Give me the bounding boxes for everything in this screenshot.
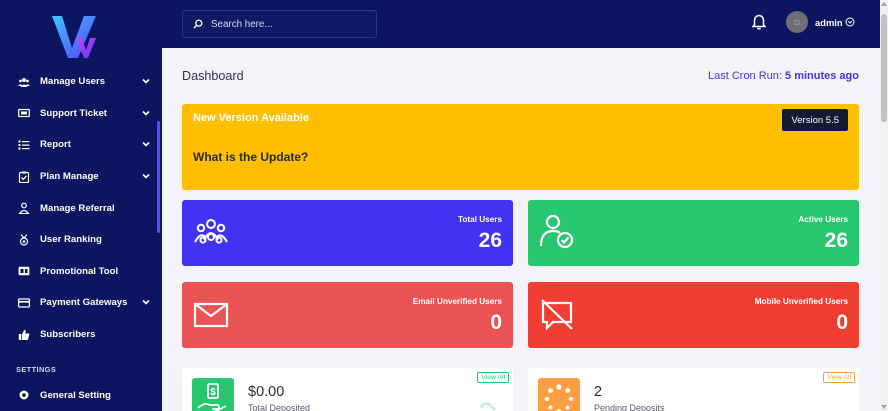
sidebar-item-manage-users[interactable]: Manage Users — [0, 66, 162, 98]
search-icon — [193, 19, 203, 29]
page-scrollbar-thumb[interactable] — [881, 14, 887, 122]
card-amount: 2 — [594, 384, 603, 400]
version-badge: Version 5.5 — [782, 109, 848, 131]
chevron-down-icon — [142, 110, 150, 116]
sidebar-item-label: Promotional Tool — [40, 265, 119, 277]
banner-title: New Version Available — [193, 112, 309, 124]
update-banner: New Version Available What is the Update… — [182, 104, 859, 190]
credit-card-icon — [18, 297, 30, 309]
stat-value: 26 — [478, 229, 502, 252]
stat-label: Active Users — [798, 215, 848, 224]
search-box[interactable] — [182, 10, 377, 38]
scroll-down-arrow-icon[interactable] — [881, 405, 887, 409]
user-check-icon — [539, 214, 574, 249]
stat-value: 0 — [836, 311, 848, 334]
topbar: ◫ admin — [162, 0, 880, 48]
chevron-down-icon — [142, 300, 150, 305]
envelope-icon — [193, 302, 229, 328]
stat-active-users[interactable]: Active Users 26 — [528, 200, 859, 266]
sidebar-nav: Manage Users Support Ticket Report Plan … — [0, 66, 162, 350]
spinner-icon — [544, 384, 574, 411]
sidebar-item-label: Manage Referral — [40, 202, 115, 214]
cron-status: Last Cron Run: 5 minutes ago — [708, 70, 859, 82]
list-icon — [18, 139, 30, 151]
search-input[interactable] — [211, 18, 361, 30]
view-all-button[interactable]: View All — [477, 372, 509, 383]
sidebar-item-report[interactable]: Report — [0, 129, 162, 161]
stat-email-unverified-users[interactable]: Email Unverified Users 0 — [182, 282, 513, 348]
sidebar-item-label: Payment Gateways — [40, 297, 128, 309]
sidebar-item-plan-manage[interactable]: Plan Manage — [0, 161, 162, 193]
thumbs-up-icon — [18, 329, 30, 341]
clipboard-check-icon — [18, 171, 30, 183]
svg-text:$: $ — [210, 387, 216, 398]
card-subtitle: Total Deposited — [248, 403, 311, 411]
stat-value: 26 — [824, 229, 848, 252]
card-pending-deposits: 2 Pending Deposits View All — [528, 368, 859, 411]
avatar-placeholder-icon: ◫ — [794, 19, 800, 26]
scroll-up-arrow-icon[interactable] — [881, 2, 887, 6]
sidebar-item-support-ticket[interactable]: Support Ticket — [0, 98, 162, 130]
bell-icon[interactable] — [752, 14, 766, 30]
sidebar: Manage Users Support Ticket Report Plan … — [0, 0, 162, 411]
page-scrollbar[interactable] — [880, 0, 888, 411]
view-all-button[interactable]: View All — [823, 372, 855, 383]
sidebar-item-subscribers[interactable]: Subscribers — [0, 319, 162, 351]
users-icon — [18, 76, 30, 88]
sidebar-item-label: Manage Users — [40, 76, 106, 88]
cron-label: Last Cron Run: — [707, 70, 782, 82]
stat-label: Total Users — [458, 215, 502, 224]
chevron-down-icon — [142, 142, 150, 147]
banner-question: What is the Update? — [193, 150, 309, 164]
card-icon-box: $ — [192, 378, 234, 411]
sidebar-item-manage-referral[interactable]: Manage Referral — [0, 192, 162, 224]
gear-icon — [18, 389, 30, 401]
stat-mobile-unverified-users[interactable]: Mobile Unverified Users 0 — [528, 282, 859, 348]
settings-heading: SETTINGS — [16, 365, 57, 374]
card-amount: $0.00 — [248, 384, 285, 400]
card-total-deposited: $ $0.00 Total Deposited View All — [182, 368, 513, 411]
ticket-icon — [18, 107, 30, 119]
ad-icon — [18, 265, 30, 277]
logo[interactable] — [50, 14, 100, 60]
stat-label: Email Unverified Users — [412, 297, 502, 306]
sidebar-item-label: Support Ticket — [40, 107, 107, 119]
sidebar-scrollbar[interactable] — [157, 121, 160, 233]
stat-label: Mobile Unverified Users — [754, 297, 848, 306]
stat-value: 0 — [490, 311, 502, 334]
sidebar-item-label: General Setting — [40, 389, 111, 401]
card-subtitle: Pending Deposits — [594, 403, 665, 411]
chevron-down-icon — [142, 78, 150, 84]
user-tie-icon — [18, 202, 30, 215]
page-title: Dashboard — [182, 69, 244, 83]
sidebar-item-label: Report — [40, 139, 71, 151]
sidebar-item-label: Plan Manage — [40, 171, 99, 183]
chevron-down-circle-icon[interactable] — [845, 17, 855, 27]
chevron-down-icon — [142, 173, 150, 179]
sidebar-item-user-ranking[interactable]: User Ranking — [0, 224, 162, 256]
avatar[interactable]: ◫ — [786, 11, 808, 33]
money-watermark-icon — [479, 401, 497, 411]
sidebar-item-promotional-tool[interactable]: Promotional Tool — [0, 256, 162, 288]
sidebar-item-label: Subscribers — [40, 329, 96, 341]
users-group-icon — [194, 219, 228, 244]
sidebar-item-general-setting[interactable]: General Setting — [0, 381, 162, 409]
stat-total-users[interactable]: Total Users 26 — [182, 200, 513, 266]
sidebar-item-payment-gateways[interactable]: Payment Gateways — [0, 287, 162, 319]
comment-slash-icon — [541, 299, 573, 331]
card-icon-box — [538, 378, 580, 411]
hand-holding-dollar-icon: $ — [197, 383, 227, 411]
sidebar-item-label: User Ranking — [40, 234, 102, 246]
cron-value: 5 minutes ago — [785, 70, 859, 82]
medal-icon — [18, 233, 30, 246]
admin-name[interactable]: admin — [815, 17, 843, 28]
